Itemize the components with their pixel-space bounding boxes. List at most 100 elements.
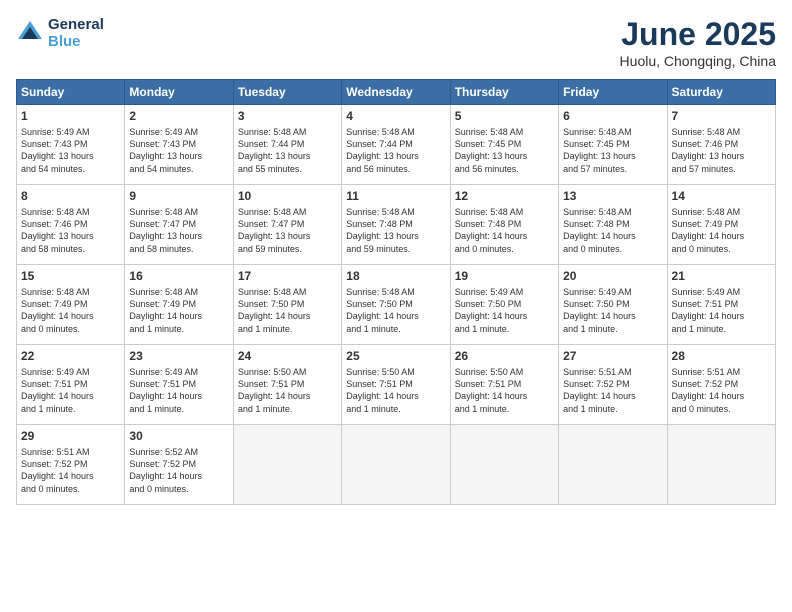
day-info: Sunrise: 5:48 AM Sunset: 7:47 PM Dayligh… — [129, 206, 228, 255]
day-number: 5 — [455, 108, 554, 124]
day-info: Sunrise: 5:48 AM Sunset: 7:44 PM Dayligh… — [238, 126, 337, 175]
day-info: Sunrise: 5:51 AM Sunset: 7:52 PM Dayligh… — [563, 366, 662, 415]
logo-text: General Blue — [48, 16, 104, 50]
table-row — [667, 425, 775, 505]
table-row: 11 Sunrise: 5:48 AM Sunset: 7:48 PM Dayli… — [342, 185, 450, 265]
calendar-week-row: 22 Sunrise: 5:49 AM Sunset: 7:51 PM Dayli… — [17, 345, 776, 425]
col-friday: Friday — [559, 80, 667, 105]
logo: General Blue — [16, 16, 104, 50]
day-info: Sunrise: 5:49 AM Sunset: 7:43 PM Dayligh… — [129, 126, 228, 175]
header: General Blue June 2025 Huolu, Chongqing,… — [16, 16, 776, 69]
day-number: 21 — [672, 268, 771, 284]
table-row: 24 Sunrise: 5:50 AM Sunset: 7:51 PM Dayli… — [233, 345, 341, 425]
title-block: June 2025 Huolu, Chongqing, China — [620, 16, 776, 69]
day-number: 8 — [21, 188, 120, 204]
table-row: 29Sunrise: 5:51 AM Sunset: 7:52 PM Dayli… — [17, 425, 125, 505]
day-info: Sunrise: 5:49 AM Sunset: 7:43 PM Dayligh… — [21, 126, 120, 175]
day-info: Sunrise: 5:52 AM Sunset: 7:52 PM Dayligh… — [129, 446, 228, 495]
day-number: 20 — [563, 268, 662, 284]
day-info: Sunrise: 5:48 AM Sunset: 7:49 PM Dayligh… — [21, 286, 120, 335]
day-number: 28 — [672, 348, 771, 364]
table-row — [342, 425, 450, 505]
day-info: Sunrise: 5:48 AM Sunset: 7:46 PM Dayligh… — [21, 206, 120, 255]
day-number: 18 — [346, 268, 445, 284]
day-info: Sunrise: 5:50 AM Sunset: 7:51 PM Dayligh… — [455, 366, 554, 415]
table-row: 17Sunrise: 5:48 AM Sunset: 7:50 PM Dayli… — [233, 265, 341, 345]
day-number: 13 — [563, 188, 662, 204]
table-row: 10 Sunrise: 5:48 AM Sunset: 7:47 PM Dayli… — [233, 185, 341, 265]
day-info: Sunrise: 5:49 AM Sunset: 7:51 PM Dayligh… — [129, 366, 228, 415]
day-number: 22 — [21, 348, 120, 364]
day-info: Sunrise: 5:48 AM Sunset: 7:48 PM Dayligh… — [455, 206, 554, 255]
table-row: 25 Sunrise: 5:50 AM Sunset: 7:51 PM Dayli… — [342, 345, 450, 425]
day-number: 26 — [455, 348, 554, 364]
day-number: 27 — [563, 348, 662, 364]
day-info: Sunrise: 5:48 AM Sunset: 7:49 PM Dayligh… — [129, 286, 228, 335]
day-info: Sunrise: 5:48 AM Sunset: 7:49 PM Dayligh… — [672, 206, 771, 255]
table-row: 15 Sunrise: 5:48 AM Sunset: 7:49 PM Dayli… — [17, 265, 125, 345]
table-row — [559, 425, 667, 505]
day-info: Sunrise: 5:49 AM Sunset: 7:50 PM Dayligh… — [563, 286, 662, 335]
day-number: 25 — [346, 348, 445, 364]
table-row: 23 Sunrise: 5:49 AM Sunset: 7:51 PM Dayli… — [125, 345, 233, 425]
day-info: Sunrise: 5:48 AM Sunset: 7:47 PM Dayligh… — [238, 206, 337, 255]
day-number: 1 — [21, 108, 120, 124]
table-row: 1 Sunrise: 5:49 AM Sunset: 7:43 PM Daylig… — [17, 105, 125, 185]
col-sunday: Sunday — [17, 80, 125, 105]
day-number: 12 — [455, 188, 554, 204]
table-row: 28 Sunrise: 5:51 AM Sunset: 7:52 PM Dayli… — [667, 345, 775, 425]
table-row: 12 Sunrise: 5:48 AM Sunset: 7:48 PM Dayli… — [450, 185, 558, 265]
day-info: Sunrise: 5:48 AM Sunset: 7:46 PM Dayligh… — [672, 126, 771, 175]
day-info: Sunrise: 5:49 AM Sunset: 7:51 PM Dayligh… — [672, 286, 771, 335]
table-row: 8 Sunrise: 5:48 AM Sunset: 7:46 PM Daylig… — [17, 185, 125, 265]
day-number: 2 — [129, 108, 228, 124]
day-number: 3 — [238, 108, 337, 124]
day-number: 24 — [238, 348, 337, 364]
table-row: 21 Sunrise: 5:49 AM Sunset: 7:51 PM Dayli… — [667, 265, 775, 345]
day-number: 11 — [346, 188, 445, 204]
table-row: 2 Sunrise: 5:49 AM Sunset: 7:43 PM Daylig… — [125, 105, 233, 185]
table-row: 5Sunrise: 5:48 AM Sunset: 7:45 PM Daylig… — [450, 105, 558, 185]
day-info: Sunrise: 5:48 AM Sunset: 7:48 PM Dayligh… — [346, 206, 445, 255]
day-info: Sunrise: 5:51 AM Sunset: 7:52 PM Dayligh… — [672, 366, 771, 415]
calendar-week-row: 15 Sunrise: 5:48 AM Sunset: 7:49 PM Dayli… — [17, 265, 776, 345]
logo-icon — [16, 19, 44, 47]
col-thursday: Thursday — [450, 80, 558, 105]
table-row: 30 Sunrise: 5:52 AM Sunset: 7:52 PM Dayli… — [125, 425, 233, 505]
day-number: 23 — [129, 348, 228, 364]
day-number: 30 — [129, 428, 228, 444]
day-info: Sunrise: 5:48 AM Sunset: 7:44 PM Dayligh… — [346, 126, 445, 175]
table-row: 26 Sunrise: 5:50 AM Sunset: 7:51 PM Dayli… — [450, 345, 558, 425]
col-monday: Monday — [125, 80, 233, 105]
calendar-header-row: Sunday Monday Tuesday Wednesday Thursday… — [17, 80, 776, 105]
calendar-week-row: 29Sunrise: 5:51 AM Sunset: 7:52 PM Dayli… — [17, 425, 776, 505]
calendar-page: General Blue June 2025 Huolu, Chongqing,… — [0, 0, 792, 612]
calendar-week-row: 1 Sunrise: 5:49 AM Sunset: 7:43 PM Daylig… — [17, 105, 776, 185]
day-number: 16 — [129, 268, 228, 284]
col-saturday: Saturday — [667, 80, 775, 105]
day-info: Sunrise: 5:49 AM Sunset: 7:51 PM Dayligh… — [21, 366, 120, 415]
day-number: 4 — [346, 108, 445, 124]
table-row: 22 Sunrise: 5:49 AM Sunset: 7:51 PM Dayli… — [17, 345, 125, 425]
day-info: Sunrise: 5:48 AM Sunset: 7:50 PM Dayligh… — [346, 286, 445, 335]
month-title: June 2025 — [620, 16, 776, 53]
table-row: 27 Sunrise: 5:51 AM Sunset: 7:52 PM Dayli… — [559, 345, 667, 425]
table-row: 13Sunrise: 5:48 AM Sunset: 7:48 PM Dayli… — [559, 185, 667, 265]
day-number: 7 — [672, 108, 771, 124]
table-row: 7 Sunrise: 5:48 AM Sunset: 7:46 PM Daylig… — [667, 105, 775, 185]
calendar-week-row: 8 Sunrise: 5:48 AM Sunset: 7:46 PM Daylig… — [17, 185, 776, 265]
day-number: 6 — [563, 108, 662, 124]
table-row: 9Sunrise: 5:48 AM Sunset: 7:47 PM Daylig… — [125, 185, 233, 265]
table-row — [233, 425, 341, 505]
table-row: 16 Sunrise: 5:48 AM Sunset: 7:49 PM Dayli… — [125, 265, 233, 345]
day-info: Sunrise: 5:50 AM Sunset: 7:51 PM Dayligh… — [346, 366, 445, 415]
day-number: 29 — [21, 428, 120, 444]
day-number: 10 — [238, 188, 337, 204]
day-info: Sunrise: 5:50 AM Sunset: 7:51 PM Dayligh… — [238, 366, 337, 415]
col-wednesday: Wednesday — [342, 80, 450, 105]
table-row: 20 Sunrise: 5:49 AM Sunset: 7:50 PM Dayli… — [559, 265, 667, 345]
table-row: 3 Sunrise: 5:48 AM Sunset: 7:44 PM Daylig… — [233, 105, 341, 185]
table-row: 14Sunrise: 5:48 AM Sunset: 7:49 PM Dayli… — [667, 185, 775, 265]
day-number: 15 — [21, 268, 120, 284]
table-row: 19Sunrise: 5:49 AM Sunset: 7:50 PM Dayli… — [450, 265, 558, 345]
